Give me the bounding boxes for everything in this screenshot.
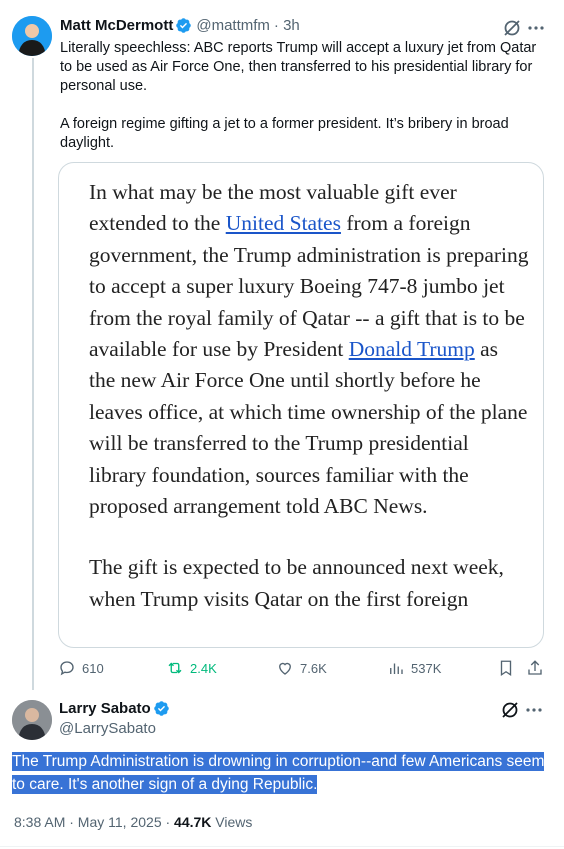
article-paragraph-1: In what may be the most valuable gift ev… bbox=[89, 180, 529, 519]
repost-count: 2.4K bbox=[190, 660, 217, 676]
reply-button[interactable]: 610 bbox=[58, 659, 104, 677]
avatar-image bbox=[12, 16, 52, 56]
tweet2-text: The Trump Administration is drowning in … bbox=[12, 752, 545, 794]
reply-icon bbox=[60, 661, 74, 676]
tweet1-paragraph-2: A foreign regime gifting a jet to a form… bbox=[60, 116, 509, 151]
tweet2-text-selected: The Trump Administration is drowning in … bbox=[12, 750, 550, 796]
bookmark-icon[interactable] bbox=[497, 659, 515, 682]
views-label: Views bbox=[211, 814, 253, 830]
divider bbox=[0, 846, 564, 847]
share-icon[interactable] bbox=[526, 659, 544, 682]
thread-line bbox=[32, 58, 34, 690]
tweet1-text: Literally speechless: ABC reports Trump … bbox=[60, 39, 540, 153]
quoted-article-card[interactable]: In what may be the most valuable gift ev… bbox=[58, 162, 544, 648]
tweet1-header: Matt McDermott @mattmfm · 3h bbox=[60, 17, 300, 34]
like-count: 7.6K bbox=[300, 660, 327, 676]
author-name[interactable]: Matt McDermott bbox=[60, 17, 173, 34]
author-handle[interactable]: @mattmfm bbox=[196, 17, 270, 34]
repost-icon bbox=[168, 662, 182, 674]
verified-badge-icon bbox=[153, 701, 169, 716]
avatar-matt-mcdermott[interactable] bbox=[12, 16, 52, 56]
article-text: In what may be the most valuable gift ev… bbox=[89, 177, 529, 645]
reply-count: 610 bbox=[82, 660, 104, 676]
tweet1-paragraph-1: Literally speechless: ABC reports Trump … bbox=[60, 40, 537, 94]
link-donald-trump[interactable]: Donald Trump bbox=[349, 337, 475, 361]
tweet-timestamp[interactable]: 8:38 AM · May 11, 2025 · bbox=[14, 814, 174, 830]
tweet-time[interactable]: · 3h bbox=[274, 17, 300, 34]
views-count: 44.7K bbox=[174, 814, 212, 830]
author-name[interactable]: Larry Sabato bbox=[59, 700, 151, 717]
tweet2-meta: 8:38 AM · May 11, 2025 · 44.7K Views bbox=[14, 814, 252, 830]
views-count: 537K bbox=[411, 660, 442, 676]
grok-icon[interactable] bbox=[500, 700, 520, 725]
link-united-states[interactable]: United States bbox=[226, 211, 341, 235]
heart-icon bbox=[279, 662, 291, 675]
more-options-icon[interactable] bbox=[524, 700, 544, 725]
views-button[interactable]: 537K bbox=[387, 659, 441, 677]
author-handle[interactable]: @LarrySabato bbox=[59, 720, 156, 737]
repost-button[interactable]: 2.4K bbox=[166, 659, 217, 677]
avatar-image bbox=[12, 700, 52, 740]
views-icon bbox=[390, 663, 403, 674]
article-paragraph-2: The gift is expected to be announced nex… bbox=[89, 555, 504, 611]
avatar-larry-sabato[interactable] bbox=[12, 700, 52, 740]
tweet2-name-row: Larry Sabato bbox=[59, 700, 170, 717]
like-button[interactable]: 7.6K bbox=[276, 659, 327, 677]
verified-badge-icon bbox=[176, 18, 192, 33]
